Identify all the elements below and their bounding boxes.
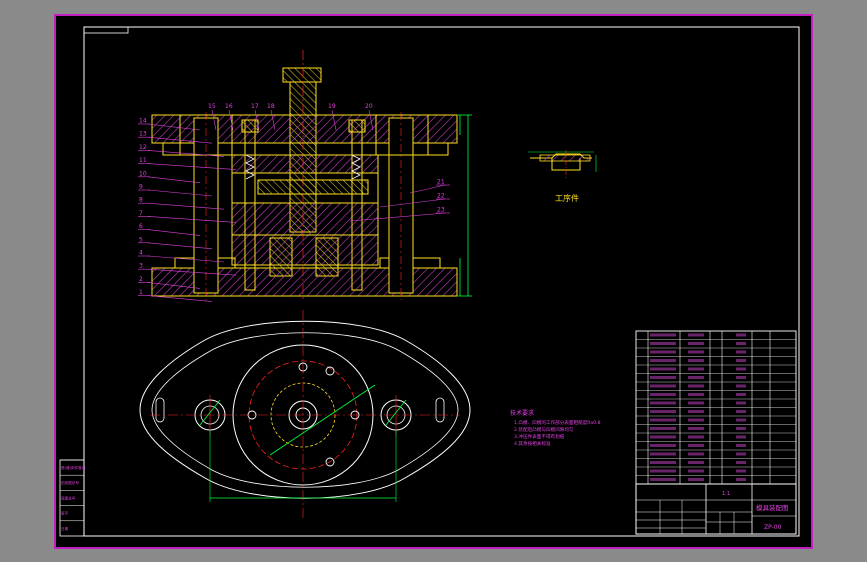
parts-entry-mark [688, 359, 704, 362]
parts-entry-mark [688, 478, 704, 481]
parts-entry-mark [688, 461, 704, 464]
tech-notes-heading: 技术要求 [510, 409, 534, 417]
parts-entry-mark [736, 384, 746, 388]
parts-entry-mark [688, 418, 704, 422]
parts-entry-mark [650, 469, 676, 473]
parts-entry-mark [736, 367, 746, 371]
parts-entry-mark [736, 444, 746, 447]
parts-entry-mark [650, 376, 676, 379]
leader-number: 10 [139, 170, 147, 177]
leader-number: 2 [139, 276, 143, 283]
parts-entry-mark [688, 444, 704, 447]
parts-entry-mark [736, 418, 746, 422]
leader-number: 20 [365, 103, 373, 110]
leader-number: 13 [139, 131, 147, 138]
leader-number: 17 [251, 103, 259, 110]
parts-entry-mark [736, 478, 746, 481]
parts-entry-mark [736, 452, 746, 456]
parts-entry-mark [736, 461, 746, 464]
leader-number: 8 [139, 197, 143, 204]
parts-entry-mark [736, 342, 746, 345]
parts-entry-mark [650, 418, 676, 422]
leader-number: 15 [208, 103, 216, 110]
parts-entry-mark [688, 333, 704, 337]
parts-entry-mark [736, 410, 746, 413]
leader-number: 23 [437, 207, 445, 214]
leader-number: 21 [437, 179, 445, 186]
parts-entry-mark [736, 435, 746, 439]
parts-entry-mark [688, 367, 704, 371]
parts-entry-mark [650, 393, 676, 396]
parts-entry-mark [736, 376, 746, 379]
parts-entry-mark [688, 393, 704, 396]
parts-entry-mark [736, 359, 746, 362]
workpiece-title: 工序件 [555, 193, 579, 203]
parts-entry-mark [650, 384, 676, 388]
parts-entry-mark [650, 435, 676, 439]
side-row-label: 底图总号 [61, 495, 76, 500]
parts-entry-mark [688, 384, 704, 388]
title-scale: 1:1 [722, 491, 730, 497]
leader-number: 1 [139, 289, 143, 296]
leader-number: 12 [139, 144, 147, 151]
side-row-label: 借(通)用件登记 [61, 465, 86, 470]
leader-number: 16 [225, 103, 233, 110]
leader-number: 3 [139, 263, 143, 270]
parts-entry-mark [650, 333, 676, 337]
title-drawing-number: ZP-00 [764, 524, 782, 531]
leader-number: 7 [139, 210, 143, 217]
parts-entry-mark [688, 469, 704, 473]
parts-entry-mark [736, 469, 746, 473]
leader-number: 5 [139, 236, 143, 243]
parts-entry-mark [650, 359, 676, 362]
parts-entry-mark [650, 427, 676, 430]
leader-number: 6 [139, 223, 143, 230]
parts-entry-mark [688, 342, 704, 345]
cad-drawing-canvas: 1413121110987654321 15 16 17 18 19 20 212223 … [54, 14, 813, 549]
parts-entry-mark [688, 410, 704, 413]
parts-entry-mark [736, 350, 746, 354]
parts-entry-mark [650, 401, 676, 405]
leader-number: 18 [267, 103, 275, 110]
parts-entry-mark [650, 410, 676, 413]
side-row-label: 日期 [61, 526, 69, 531]
parts-entry-mark [650, 342, 676, 345]
leader-number: 11 [139, 157, 147, 164]
parts-entry-mark [688, 452, 704, 456]
parts-entry-mark [736, 401, 746, 405]
parts-entry-mark [650, 367, 676, 371]
tech-note-line: 4.其余按相关标准 [514, 440, 551, 447]
leader-number: 19 [328, 103, 336, 110]
parts-entry-mark [650, 444, 676, 447]
tech-note-line: 3.冲压件表面不得有划痕 [514, 433, 565, 440]
cad-viewport[interactable]: 14 13 12 11 10 9 8 7 6 5 4 3 2 1 15 16 17 18 19 20 21 22 23 … [0, 0, 867, 562]
title-drawing-name: 模具装配图 [756, 503, 789, 512]
parts-entry-mark [688, 376, 704, 379]
parts-entry-mark [736, 427, 746, 430]
leader-number: 22 [437, 193, 445, 200]
leader-number: 4 [139, 250, 143, 257]
parts-entry-mark [688, 435, 704, 439]
parts-entry-mark [650, 350, 676, 354]
parts-entry-mark [650, 478, 676, 481]
parts-entry-mark [650, 452, 676, 456]
side-row-label: 旧底图总号 [61, 480, 79, 485]
tech-note-line: 2.装配后凸模与凹模间隙均匀 [514, 426, 574, 433]
tech-note-line: 1.凸模、凹模的工作部分表面粗糙度Ra0.8 [514, 419, 601, 426]
parts-entry-mark [736, 393, 746, 396]
side-row-label: 签字 [61, 511, 69, 516]
parts-entry-mark [688, 401, 704, 405]
parts-entry-mark [688, 350, 704, 354]
parts-entry-mark [650, 461, 676, 464]
parts-entry-mark [688, 427, 704, 430]
parts-entry-mark [736, 333, 746, 337]
leader-number: 9 [139, 184, 143, 191]
leader-number: 14 [139, 118, 147, 125]
